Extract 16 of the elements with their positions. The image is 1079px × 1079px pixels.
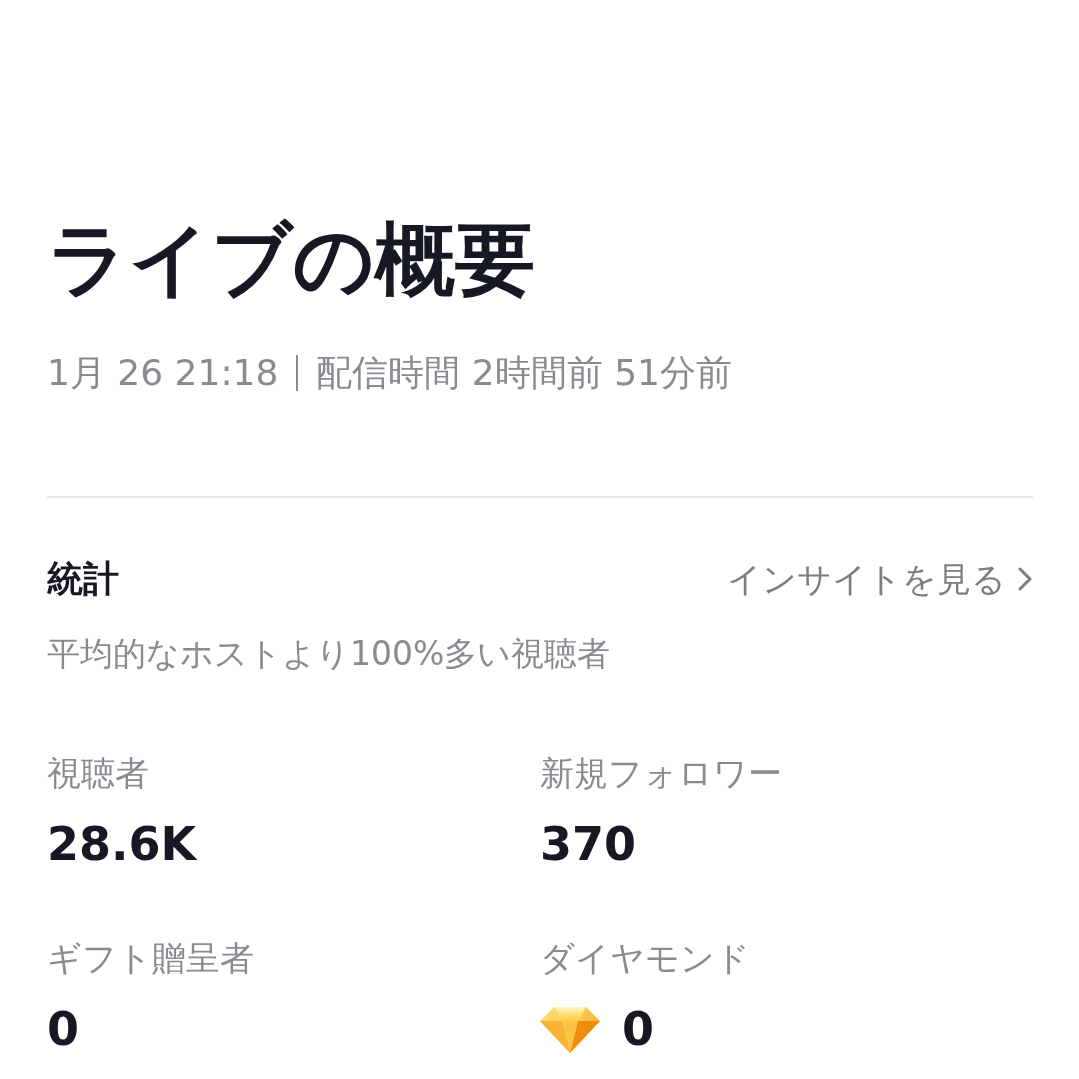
metric-label: 新規フォロワー [540, 752, 782, 795]
metric-value: 0 [622, 1001, 654, 1057]
section-heading: 統計 [47, 557, 119, 601]
live-duration: 配信時間 2時間前 51分前 [316, 351, 732, 395]
metric-value: 370 [540, 816, 637, 872]
metric-label: ギフト贈呈者 [47, 937, 254, 980]
chevron-right-icon [1018, 567, 1032, 591]
metric-label: ダイヤモンド [540, 937, 750, 980]
live-date: 1月 26 21:18 [47, 351, 279, 395]
insights-link[interactable]: インサイトを見る [727, 556, 1032, 602]
diamond-icon [540, 1005, 600, 1053]
metric-value: 0 [47, 1001, 79, 1057]
metric-value: 28.6K [47, 816, 197, 872]
metric-label: 視聴者 [47, 752, 149, 795]
page-title: ライブの概要 [47, 212, 535, 308]
comparison-text: 平均的なホストより100%多い視聴者 [47, 633, 611, 675]
